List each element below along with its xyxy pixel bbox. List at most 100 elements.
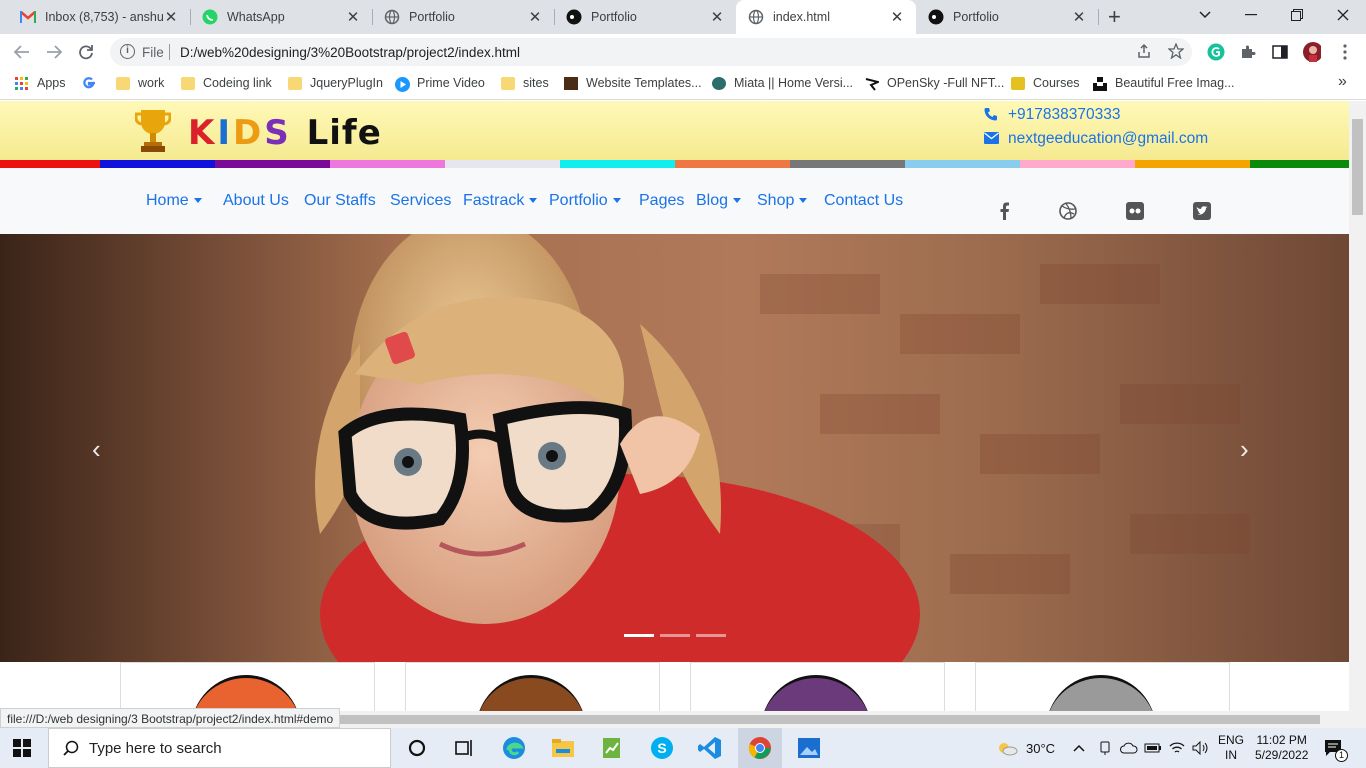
tab-gmail[interactable]: Inbox (8,753) - anshuc ✕ (0, 0, 190, 34)
close-icon[interactable]: ✕ (1072, 8, 1086, 26)
chrome-taskbar-button[interactable] (738, 728, 782, 768)
facebook-icon[interactable] (994, 201, 1014, 221)
windows-start-icon[interactable] (13, 739, 31, 757)
extensions-icon[interactable] (1239, 43, 1257, 61)
back-button[interactable] (10, 40, 34, 64)
nav-blog[interactable]: Blog (696, 192, 742, 210)
weather-widget[interactable]: 30°C (996, 728, 1055, 768)
tab-index-html[interactable]: index.html ✕ (736, 0, 916, 34)
bookmark-miata[interactable]: Miata || Home Versi... (712, 76, 853, 90)
vertical-scrollbar[interactable] (1349, 101, 1366, 728)
bookmark-sites[interactable]: sites (501, 76, 549, 90)
feature-card[interactable] (975, 662, 1230, 711)
clock[interactable]: 11:02 PM 5/29/2022 (1255, 728, 1308, 768)
contact-phone[interactable]: +917838370333 (984, 106, 1121, 124)
grammarly-icon[interactable] (1207, 43, 1225, 61)
weather-icon (996, 740, 1018, 756)
onedrive-icon[interactable] (1120, 728, 1138, 768)
bookmark-website-templates[interactable]: Website Templates... (564, 76, 702, 90)
hero-carousel[interactable]: ‹ › (0, 234, 1349, 662)
tab-whatsapp[interactable]: WhatsApp ✕ (190, 0, 372, 34)
tab-portfolio-2[interactable]: Portfolio ✕ (554, 0, 736, 34)
rainbow-segment (445, 160, 560, 168)
file-explorer-icon[interactable] (551, 736, 575, 760)
bookmark-work[interactable]: work (116, 76, 164, 90)
notification-center-icon[interactable]: 1 (1324, 728, 1348, 768)
wifi-icon[interactable] (1169, 728, 1185, 768)
nav-about-us[interactable]: About Us (223, 192, 289, 210)
restore-button[interactable] (1274, 0, 1320, 30)
skype-icon[interactable]: S (650, 736, 674, 760)
notepad-chart-icon[interactable] (600, 736, 624, 760)
minimize-button[interactable] (1228, 0, 1274, 30)
scroll-thumb[interactable] (1352, 119, 1363, 215)
reload-button[interactable] (74, 40, 98, 64)
feature-card[interactable] (405, 662, 660, 711)
battery-icon[interactable] (1144, 728, 1162, 768)
tab-portfolio-1[interactable]: Portfolio ✕ (372, 0, 554, 34)
share-icon[interactable] (1136, 43, 1152, 63)
cortana-icon[interactable] (405, 736, 429, 760)
site-logo[interactable]: KIDS Life (188, 113, 382, 153)
address-bar[interactable]: i File D:/web%20designing/3%20Bootstrap/… (110, 38, 1192, 66)
info-icon[interactable]: i (120, 44, 135, 59)
flickr-icon[interactable] (1125, 201, 1145, 221)
meet-now-icon[interactable] (1098, 728, 1112, 768)
feature-card[interactable] (120, 662, 375, 711)
tab-portfolio-3[interactable]: Portfolio ✕ (916, 0, 1098, 34)
nav-home[interactable]: Home (146, 192, 202, 210)
bookmark-star-icon[interactable] (1167, 42, 1185, 63)
photos-icon[interactable] (797, 736, 821, 760)
more-bookmarks-button[interactable]: » (1338, 73, 1347, 91)
carousel-indicator-2[interactable] (660, 634, 690, 637)
nav-contact-us[interactable]: Contact Us (824, 192, 903, 210)
bookmark-label: OPenSky -Full NFT... (887, 76, 1005, 90)
bookmark-courses[interactable]: Courses (1011, 76, 1080, 90)
card-image (476, 675, 586, 711)
edge-icon[interactable] (502, 736, 526, 760)
new-tab-button[interactable]: + (1108, 4, 1121, 30)
bookmark-codeing-link[interactable]: Codeing link (181, 76, 272, 90)
nav-pages[interactable]: Pages (639, 192, 684, 210)
bookmark-beautiful-free-images[interactable]: Beautiful Free Imag... (1093, 76, 1235, 91)
tray-chevron-icon[interactable] (1073, 728, 1085, 768)
card-image (191, 675, 301, 711)
bookmark-jqueryplugin[interactable]: JqueryPlugIn (288, 76, 383, 90)
close-icon[interactable]: ✕ (528, 8, 542, 26)
forward-button[interactable] (42, 40, 66, 64)
address-url[interactable]: D:/web%20designing/3%20Bootstrap/project… (180, 45, 520, 60)
tab-search-chevron-icon[interactable] (1182, 0, 1228, 30)
dribbble-icon[interactable] (1058, 201, 1078, 221)
caret-down-icon (612, 198, 621, 204)
nav-shop[interactable]: Shop (757, 192, 808, 210)
bookmark-prime-video[interactable]: Prime Video (395, 76, 485, 92)
close-icon[interactable]: ✕ (710, 8, 724, 26)
contact-email[interactable]: nextgeeducation@gmail.com (984, 130, 1208, 148)
carousel-indicator-1[interactable] (624, 634, 654, 637)
nav-services[interactable]: Services (390, 192, 451, 210)
close-icon[interactable]: ✕ (346, 8, 360, 26)
close-window-button[interactable] (1320, 0, 1366, 30)
carousel-prev-button[interactable]: ‹ (92, 434, 101, 465)
bookmark-opensky[interactable]: OPenSky -Full NFT... (865, 76, 1005, 91)
volume-icon[interactable] (1192, 728, 1210, 768)
menu-kebab-icon[interactable] (1336, 43, 1354, 61)
bookmark-apps[interactable]: Apps (15, 76, 66, 90)
carousel-next-button[interactable]: › (1240, 434, 1249, 465)
nav-portfolio[interactable]: Portfolio (549, 192, 621, 210)
feature-card[interactable] (690, 662, 945, 711)
bookmark-google[interactable] (82, 76, 104, 89)
logo-letter: K (188, 113, 218, 153)
carousel-indicator-3[interactable] (696, 634, 726, 637)
close-icon[interactable]: ✕ (890, 8, 904, 26)
nav-our-staffs[interactable]: Our Staffs (304, 192, 376, 210)
taskbar-search-box[interactable]: Type here to search (48, 728, 391, 768)
language-indicator[interactable]: ENG IN (1218, 728, 1244, 768)
twitter-icon[interactable] (1192, 201, 1212, 221)
nav-fastrack[interactable]: Fastrack (463, 192, 538, 210)
side-panel-icon[interactable] (1271, 43, 1289, 61)
profile-avatar[interactable] (1303, 42, 1321, 62)
close-icon[interactable]: ✕ (164, 8, 178, 26)
task-view-icon[interactable] (452, 736, 476, 760)
vscode-icon[interactable] (698, 736, 722, 760)
